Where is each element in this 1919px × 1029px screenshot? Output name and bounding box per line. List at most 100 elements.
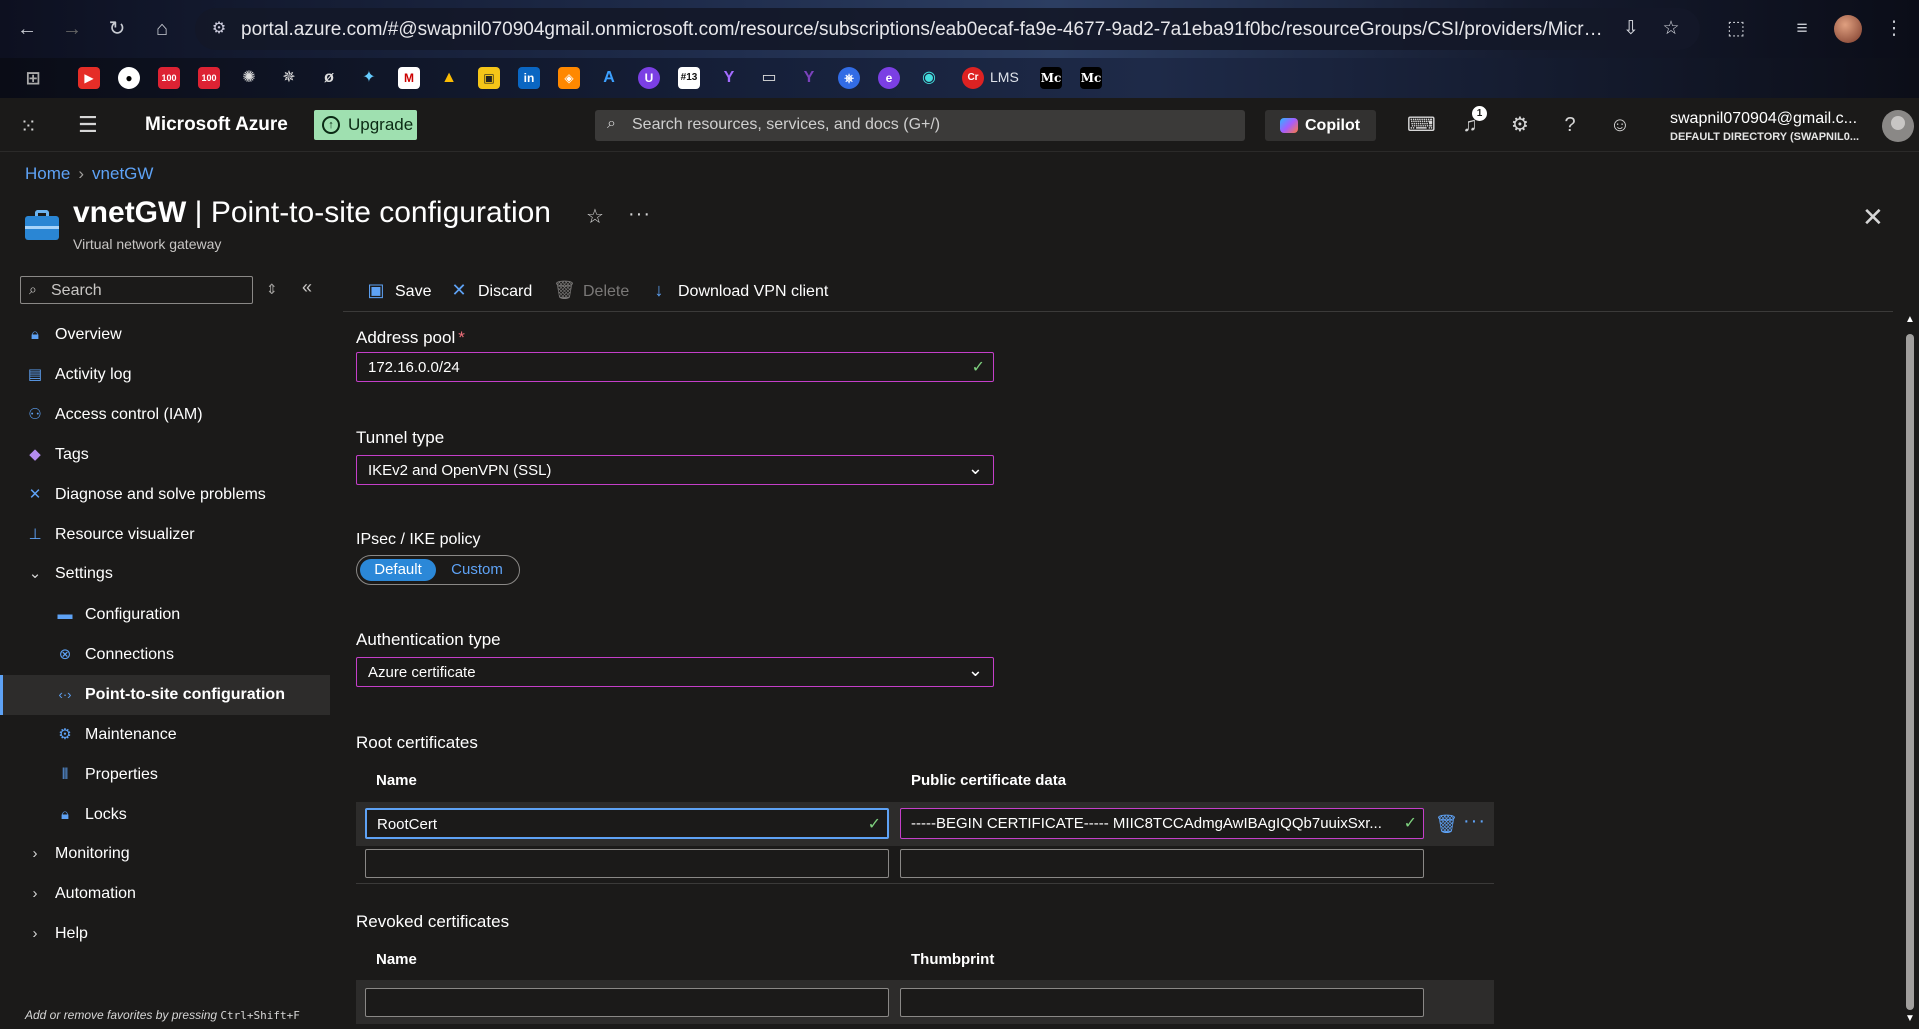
global-search-input[interactable]: ⌕ Search resources, services, and docs (… [595, 110, 1245, 141]
cloud-shell-icon[interactable]: ⌨ [1407, 112, 1436, 138]
help-icon[interactable]: ? [1557, 112, 1583, 138]
ipsec-custom-option[interactable]: Custom [441, 559, 513, 581]
sidebar-group-settings[interactable]: ⌄ Settings [0, 554, 330, 594]
bookmark-icon[interactable]: ✵ [278, 67, 300, 89]
bookmark-star-icon[interactable]: ☆ [1659, 17, 1683, 41]
extensions-icon[interactable]: ⬚ [1722, 15, 1750, 43]
tunnel-type-dropdown[interactable]: IKEv2 and OpenVPN (SSL) ⌄ [356, 455, 994, 485]
sort-icon[interactable]: ⇕ [266, 281, 278, 298]
settings-gear-icon[interactable]: ⚙ [1507, 112, 1533, 138]
root-cert-data-input[interactable]: -----BEGIN CERTIFICATE----- MIIC8TCCAdmg… [900, 808, 1424, 839]
upgrade-button[interactable]: ↑ Upgrade [314, 110, 417, 140]
account-name[interactable]: swapnil070904@gmail.c... [1670, 110, 1857, 128]
linkedin-icon[interactable]: in [518, 67, 540, 89]
copilot-button[interactable]: Copilot [1265, 110, 1376, 141]
breadcrumb-current[interactable]: vnetGW [92, 164, 153, 183]
delete-row-trash-icon[interactable]: 🗑︎ [1435, 814, 1458, 835]
address-bar[interactable]: ⚙ portal.azure.com/#@swapnil070904gmail.… [195, 8, 1700, 50]
sidebar-item-activity-log[interactable]: ▤ Activity log [0, 355, 330, 395]
media-icon[interactable]: ≡ [1788, 15, 1816, 43]
root-cert-name-input[interactable]: RootCert ✓ [365, 808, 889, 839]
terraform-icon[interactable]: Y [798, 67, 820, 89]
sidebar-item-resource-visualizer[interactable]: ⊥ Resource visualizer [0, 515, 330, 555]
content-scrollbar[interactable]: ▲ ▼ [1903, 312, 1917, 1029]
sidebar-search-input[interactable]: ⌕ Search [20, 276, 253, 304]
sidebar-item-tags[interactable]: ◆ Tags [0, 435, 330, 475]
gmail-icon[interactable]: M [398, 67, 420, 89]
discard-button[interactable]: ✕ Discard [448, 280, 532, 301]
sidebar-item-configuration[interactable]: ▬ Configuration [0, 595, 330, 635]
page-title: vnetGW | Point-to-site configuration [73, 196, 551, 230]
bookmark-icon[interactable]: ◈ [558, 67, 580, 89]
browser-profile-avatar[interactable] [1834, 15, 1862, 43]
hamburger-menu-icon[interactable]: ☰ [78, 112, 98, 138]
bookmark-icon[interactable]: Y [718, 67, 740, 89]
sidebar-item-overview[interactable]: 🔒︎ Overview [0, 315, 330, 355]
sidebar-group-monitoring[interactable]: › Monitoring [0, 834, 330, 874]
install-app-icon[interactable]: ⇩ [1619, 17, 1643, 41]
delete-button[interactable]: 🗑︎ Delete [553, 280, 629, 301]
gemini-icon[interactable]: ✦ [358, 67, 380, 89]
revoked-thumbprint-input[interactable] [900, 988, 1424, 1017]
sidebar-group-help[interactable]: › Help [0, 914, 330, 954]
github-icon[interactable]: ● [118, 67, 140, 89]
youtube-icon[interactable]: ▶ [78, 67, 100, 89]
scroll-thumb[interactable] [1906, 334, 1914, 1010]
collapse-sidebar-icon[interactable]: « [302, 277, 312, 298]
sidebar-item-properties[interactable]: ⦀ Properties [0, 755, 330, 795]
favorite-star-icon[interactable]: ☆ [586, 204, 604, 229]
bookmark-lms[interactable]: LMS [990, 69, 1019, 85]
root-cert-data-input-empty[interactable] [900, 849, 1424, 878]
sidebar-item-point-to-site[interactable]: ‹·› Point-to-site configuration [0, 675, 330, 715]
home-icon[interactable]: ⌂ [150, 17, 174, 41]
folder-icon[interactable]: ▭ [758, 67, 780, 89]
portal-brand[interactable]: Microsoft Azure [145, 114, 288, 136]
waffle-menu-icon[interactable]: ⁙ [20, 114, 37, 139]
bookmark-icon[interactable]: 100 [158, 67, 180, 89]
url-text[interactable]: portal.azure.com/#@swapnil070904gmail.on… [241, 19, 1606, 41]
back-icon[interactable]: ← [15, 17, 39, 41]
close-blade-icon[interactable]: ✕ [1862, 202, 1884, 233]
sidebar-item-connections[interactable]: ⊗ Connections [0, 635, 330, 675]
site-info-icon[interactable]: ⚙ [209, 19, 229, 39]
root-cert-name-input-empty[interactable] [365, 849, 889, 878]
drive-icon[interactable]: ▲ [438, 67, 460, 89]
bookmark-icon[interactable]: #13 [678, 67, 700, 89]
kubernetes-icon[interactable]: ⎈ [838, 67, 860, 89]
openai-icon[interactable]: ✺ [238, 67, 260, 89]
sidebar-item-diagnose[interactable]: ✕ Diagnose and solve problems [0, 475, 330, 515]
ipsec-default-option[interactable]: Default [360, 559, 436, 581]
bookmark-icon[interactable]: ◉ [918, 67, 940, 89]
apps-grid-icon[interactable]: ⊞ [22, 67, 44, 89]
bookmark-icon[interactable]: 100 [198, 67, 220, 89]
azure-icon[interactable]: A [598, 67, 620, 89]
breadcrumb-home[interactable]: Home [25, 164, 70, 183]
bookmark-icon[interactable]: ▣ [478, 67, 500, 89]
address-pool-value: 172.16.0.0/24 [368, 359, 460, 376]
bookmark-icon[interactable]: U [638, 67, 660, 89]
address-pool-input[interactable]: 172.16.0.0/24 ✓ [356, 352, 994, 382]
revoked-name-input[interactable] [365, 988, 889, 1017]
bookmark-icon[interactable]: e [878, 67, 900, 89]
scroll-down-icon[interactable]: ▼ [1905, 1013, 1915, 1024]
feedback-icon[interactable]: ☺ [1607, 112, 1633, 138]
account-avatar[interactable] [1882, 110, 1914, 142]
row-more-icon[interactable]: ··· [1463, 810, 1486, 833]
account-directory[interactable]: DEFAULT DIRECTORY (SWAPNIL0... [1670, 131, 1859, 143]
more-actions-icon[interactable]: ··· [628, 203, 651, 226]
lms-icon[interactable]: Cr [962, 67, 984, 89]
sidebar-item-iam[interactable]: ⚇ Access control (IAM) [0, 395, 330, 435]
download-vpn-client-button[interactable]: ↓ Download VPN client [648, 280, 829, 301]
bookmark-mc-icon[interactable]: Mc [1040, 67, 1062, 89]
save-button[interactable]: ▣ Save [365, 280, 431, 301]
forward-icon[interactable]: → [60, 17, 84, 41]
reload-icon[interactable]: ↻ [105, 17, 129, 41]
auth-type-dropdown[interactable]: Azure certificate ⌄ [356, 657, 994, 687]
scroll-up-icon[interactable]: ▲ [1905, 314, 1915, 325]
sidebar-item-locks[interactable]: 🔒︎ Locks [0, 795, 330, 835]
bookmark-icon[interactable]: ø [318, 67, 340, 89]
browser-menu-icon[interactable]: ⋮ [1880, 15, 1908, 43]
sidebar-group-automation[interactable]: › Automation [0, 874, 330, 914]
sidebar-item-maintenance[interactable]: ⚙ Maintenance [0, 715, 330, 755]
bookmark-mc-icon[interactable]: Mc [1080, 67, 1102, 89]
